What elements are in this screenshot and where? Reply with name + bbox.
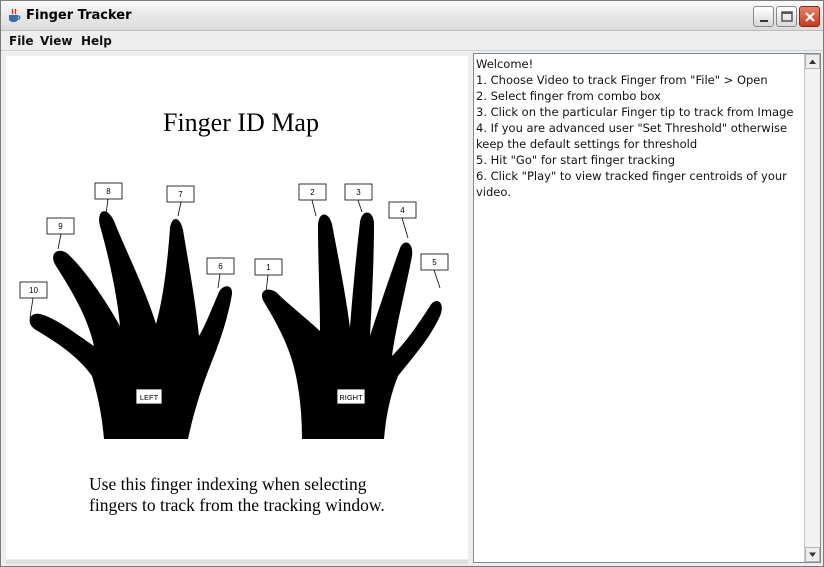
log-line: 6. Click "Play" to view tracked finger c… xyxy=(476,169,787,199)
finger-id-3: 3 xyxy=(356,188,361,197)
arrow-down-icon xyxy=(809,552,816,557)
finger-id-6: 6 xyxy=(218,262,223,271)
menu-bar: File View Help xyxy=(1,31,823,51)
finger-id-map-image: Finger ID Map LEFT RIGHT 10 9 8 7 6 1 2 … xyxy=(19,108,449,515)
menu-file[interactable]: File xyxy=(9,34,34,48)
finger-id-10: 10 xyxy=(29,286,38,295)
finger-id-8: 8 xyxy=(106,187,111,196)
finger-id-2: 2 xyxy=(310,188,315,197)
right-hand-label: RIGHT xyxy=(339,393,363,402)
log-line: 5. Hit "Go" for start finger tracking xyxy=(476,153,676,167)
log-line: 4. If you are advanced user "Set Thresho… xyxy=(476,121,788,151)
finger-id-1: 1 xyxy=(266,263,271,272)
instruction-line-2: fingers to track from the tracking windo… xyxy=(89,495,385,515)
scroll-up-button[interactable] xyxy=(805,54,820,69)
left-hand-silhouette xyxy=(29,211,233,439)
left-hand-label: LEFT xyxy=(140,393,159,402)
log-line: 2. Select finger from combo box xyxy=(476,89,661,103)
menu-view[interactable]: View xyxy=(40,34,72,48)
vertical-scrollbar[interactable] xyxy=(804,54,820,562)
instruction-line-1: Use this finger indexing when selecting xyxy=(89,474,367,494)
instructions-log: Welcome! 1. Choose Video to track Finger… xyxy=(476,56,802,200)
menu-help[interactable]: Help xyxy=(81,34,112,48)
maximize-button[interactable] xyxy=(776,6,797,27)
log-line: Welcome! xyxy=(476,57,534,71)
title-bar[interactable]: Finger Tracker xyxy=(1,1,823,31)
window-title: Finger Tracker xyxy=(26,8,132,23)
finger-id-9: 9 xyxy=(58,222,63,231)
log-line: 3. Click on the particular Finger tip to… xyxy=(476,105,794,119)
finger-map-panel: Finger ID Map LEFT RIGHT 10 9 8 7 6 1 2 … xyxy=(6,56,468,559)
panel-bottom-edge xyxy=(6,560,468,564)
right-hand-silhouette xyxy=(261,212,442,439)
log-line: 1. Choose Video to track Finger from "Fi… xyxy=(476,73,768,87)
finger-id-7: 7 xyxy=(178,190,183,199)
arrow-up-icon xyxy=(809,59,816,64)
java-cup-icon xyxy=(9,8,21,22)
minimize-button[interactable] xyxy=(753,6,774,27)
maximize-icon xyxy=(781,11,793,22)
finger-id-5: 5 xyxy=(432,258,437,267)
minimize-icon xyxy=(760,20,768,22)
close-button[interactable] xyxy=(799,6,820,27)
app-window: Finger Tracker File View Help Finger ID … xyxy=(0,0,824,567)
scroll-down-button[interactable] xyxy=(805,547,820,562)
map-heading: Finger ID Map xyxy=(163,108,319,137)
finger-id-4: 4 xyxy=(400,206,405,215)
close-icon xyxy=(805,12,815,22)
instructions-text-area[interactable]: Welcome! 1. Choose Video to track Finger… xyxy=(473,53,821,563)
